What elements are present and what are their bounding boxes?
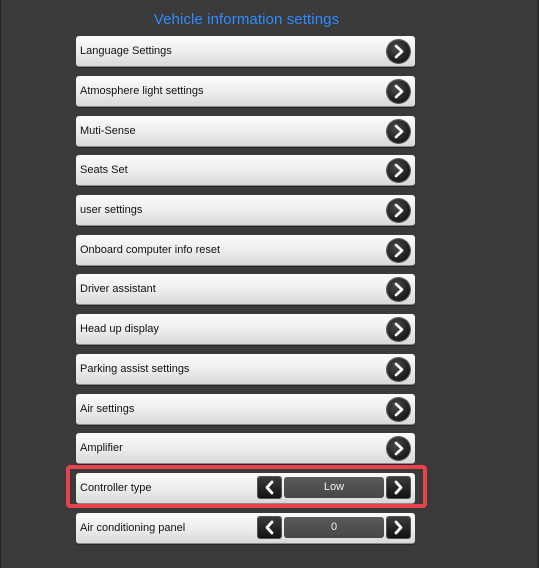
stepper-value: 0: [284, 517, 384, 538]
chevron-right-icon[interactable]: [387, 437, 410, 460]
chevron-right-icon[interactable]: [387, 120, 410, 143]
chevron-right-icon[interactable]: [387, 278, 410, 301]
menu-item-label: Amplifier: [80, 442, 123, 454]
chevron-right-icon[interactable]: [387, 517, 410, 538]
menu-item-label: Language Settings: [80, 45, 172, 57]
left-border: [0, 0, 1, 568]
chevron-right-icon[interactable]: [387, 159, 410, 182]
menu-item-label: user settings: [80, 204, 143, 216]
menu-item-label: Onboard computer info reset: [80, 244, 221, 256]
menu-item-language-settings[interactable]: Language Settings: [76, 36, 415, 67]
vehicle-settings-screen: Vehicle information settings Language Se…: [0, 0, 539, 568]
menu-item-atmosphere-light-settings[interactable]: Atmosphere light settings: [76, 76, 415, 107]
chevron-right-icon[interactable]: [387, 477, 410, 498]
stepper-row-air-conditioning-panel: Air conditioning panel 0: [76, 513, 415, 544]
menu-item-parking-assist-settings[interactable]: Parking assist settings: [76, 354, 415, 385]
menu-item-driver-assistant[interactable]: Driver assistant: [76, 274, 415, 305]
menu-item-label: Atmosphere light settings: [80, 85, 204, 97]
menu-item-air-settings[interactable]: Air settings: [76, 394, 415, 425]
chevron-right-icon[interactable]: [387, 199, 410, 222]
chevron-left-icon[interactable]: [258, 477, 281, 498]
chevron-right-icon[interactable]: [387, 358, 410, 381]
menu-item-label: Parking assist settings: [80, 363, 190, 375]
stepper-row-controller-type: Controller type Low: [76, 473, 415, 504]
stepper-label: Controller type: [80, 482, 152, 494]
page-title: Vehicle information settings: [153, 11, 340, 28]
chevron-right-icon[interactable]: [387, 318, 410, 341]
menu-item-label: Driver assistant: [80, 283, 156, 295]
menu-item-user-settings[interactable]: user settings: [76, 195, 415, 226]
stepper-value: Low: [284, 477, 384, 498]
menu-item-amplifier[interactable]: Amplifier: [76, 433, 415, 464]
menu-item-muti-sense[interactable]: Muti-Sense: [76, 116, 415, 147]
chevron-right-icon[interactable]: [387, 398, 410, 421]
chevron-right-icon[interactable]: [387, 80, 410, 103]
chevron-left-icon[interactable]: [258, 517, 281, 538]
stepper-label: Air conditioning panel: [80, 522, 186, 534]
menu-item-label: Seats Set: [80, 164, 128, 176]
menu-item-seats-set[interactable]: Seats Set: [76, 155, 415, 186]
menu-item-onboard-computer-info-reset[interactable]: Onboard computer info reset: [76, 235, 415, 266]
chevron-right-icon[interactable]: [387, 239, 410, 262]
chevron-right-icon[interactable]: [387, 40, 410, 63]
menu-item-head-up-display[interactable]: Head up display: [76, 314, 415, 345]
menu-item-label: Air settings: [80, 403, 135, 415]
menu-item-label: Muti-Sense: [80, 125, 136, 137]
menu-item-label: Head up display: [80, 323, 159, 335]
